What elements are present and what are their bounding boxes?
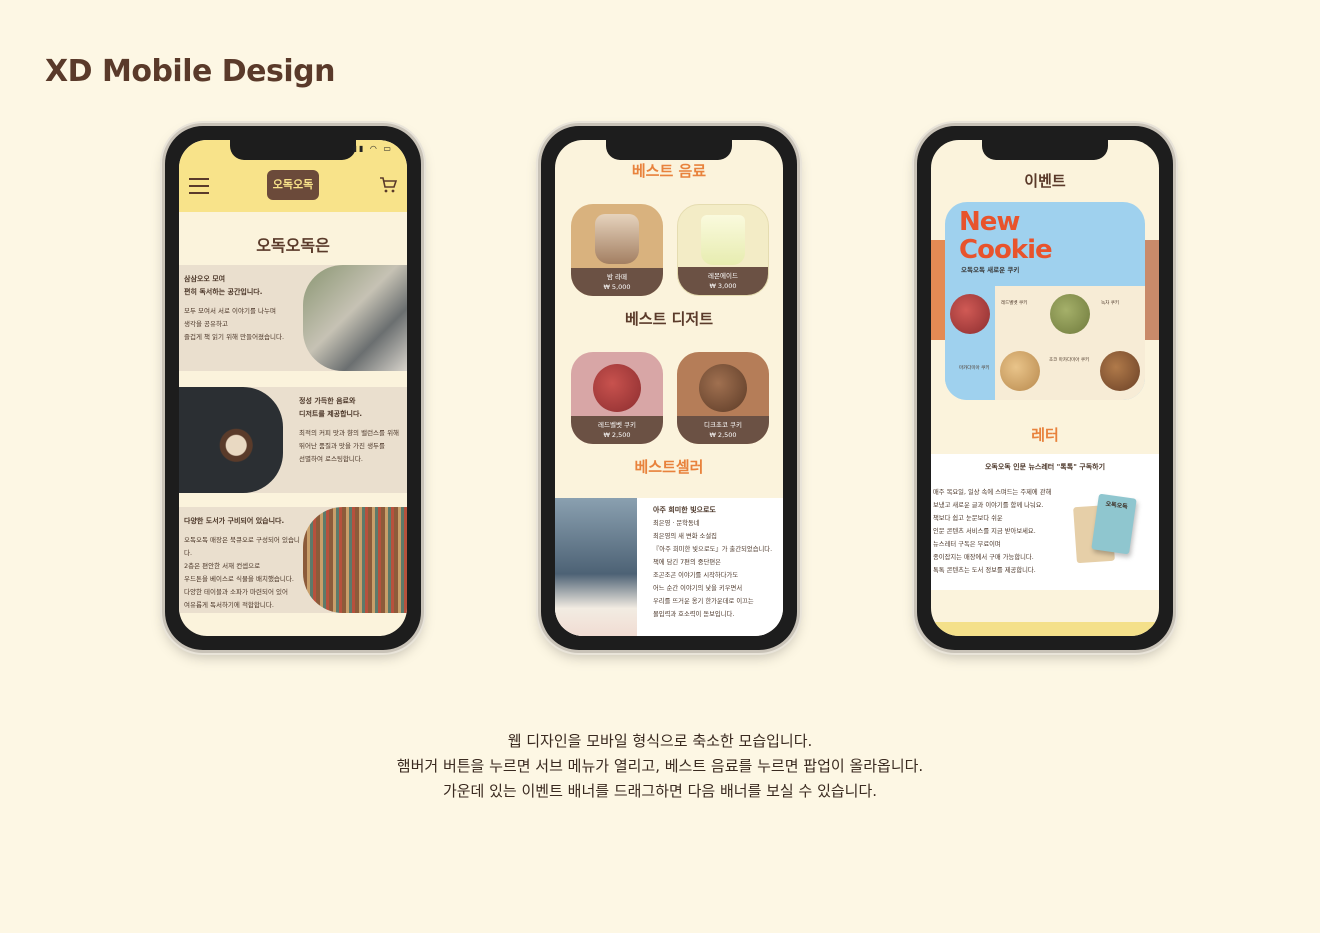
card-title: 정성 가득한 음료와 디저트를 제공합니다. xyxy=(299,397,363,418)
brand-logo[interactable]: 오독오독 xyxy=(267,170,319,200)
card-body: 모두 모여서 서로 이야기를 나누며 생각을 공유하고 즐겁게 책 읽기 위해 … xyxy=(184,307,285,341)
item-name: 디크초코 쿠키 xyxy=(704,421,742,429)
phone-notch xyxy=(230,138,356,160)
book-cover-image xyxy=(555,498,637,636)
macadamia-cookie-image xyxy=(1000,351,1040,391)
section-heading: 오독오독은 xyxy=(256,236,330,255)
phone-notch xyxy=(606,138,732,160)
best-seller-card[interactable]: 아주 희미한 빛으로도 최은영 · 문학동네 최은영의 새 변화 소설집 『아주… xyxy=(555,498,783,636)
card-title: 삼삼오오 모여 편히 독서하는 공간입니다. xyxy=(184,275,263,296)
card-body: 최적의 커피 맛과 향의 밸런스를 위해 뛰어난 품질과 맛을 가진 생두를 선… xyxy=(299,429,400,463)
redvelvet-cookie-image xyxy=(593,364,641,412)
cookie-label: 레드벨벳 쿠키 xyxy=(1001,301,1028,306)
phone-screen: ▮▮ ◠ ▭ 오독오독 오독오독은 삼삼오오 모여 편히 독서하는 공간입니다.… xyxy=(179,140,407,636)
drink-card-lemonade[interactable]: 레몬에이드 ₩ 3,000 xyxy=(677,204,769,296)
choco-macadamia-cookie-image xyxy=(1100,351,1140,391)
description-caption: 웹 디자인을 모바일 형식으로 축소한 모습입니다. 햄버거 버튼을 누르면 서… xyxy=(0,729,1320,804)
bookshelf-image xyxy=(303,507,407,613)
greentea-cookie-image xyxy=(1050,294,1090,334)
about-card-books: 다양한 도서가 구비되어 있습니다. 오독오독 매장은 북큐오로 구성되어 있습니… xyxy=(179,507,407,613)
banner-subtitle: 오독오독 새로운 쿠키 xyxy=(961,266,1020,274)
phone-mockup-event: 이벤트 New Cookie 오독오독 새로운 쿠키 레드벨벳 쿠키 녹차 쿠키… xyxy=(917,126,1173,650)
magazine-logo: 오독오독 xyxy=(1105,500,1129,511)
item-name: 밤 라떼 xyxy=(606,273,627,281)
card-body: 오독오독 매장은 북큐오로 구성되어 있습니다. 2층은 편안한 서재 컨셉으로… xyxy=(184,536,300,609)
newsletter-heading: 오독오독 인문 뉴스레터 "톡톡" 구독하기 xyxy=(984,463,1106,471)
book-author: 최은영 · 문학동네 xyxy=(653,520,700,527)
banner-title: New Cookie xyxy=(959,207,1053,265)
best-drinks-title[interactable]: 베스트 음료 xyxy=(555,160,783,181)
drink-card-chestnut-latte[interactable]: 밤 라떼 ₩ 5,000 xyxy=(571,204,663,296)
item-price: ₩ 3,000 xyxy=(709,282,737,290)
page-title: XD Mobile Design xyxy=(45,54,336,89)
item-name: 레몬에이드 xyxy=(708,272,738,280)
phone-screen: 이벤트 New Cookie 오독오독 새로운 쿠키 레드벨벳 쿠키 녹차 쿠키… xyxy=(931,140,1159,636)
status-bar-icons: ▮▮ ◠ ▭ xyxy=(352,144,393,153)
footer-bar xyxy=(931,622,1159,636)
coffee-cup-image xyxy=(179,387,283,493)
phone-mockup-menu: 베스트 음료 밤 라떼 ₩ 5,000 레몬에이드 ₩ 3,000 베스트 디저트 … xyxy=(541,126,797,650)
cookie-grid: 레드벨벳 쿠키 녹차 쿠키 마카다미아 쿠키 초코 마카다미아 쿠키 xyxy=(945,286,1145,400)
caption-line: 웹 디자인을 모바일 형식으로 축소한 모습입니다. xyxy=(507,732,813,750)
book-title: 아주 희미한 빛으로도 xyxy=(653,506,716,514)
about-card-space: 삼삼오오 모여 편히 독서하는 공간입니다. 모두 모여서 서로 이야기를 나누며… xyxy=(179,265,407,371)
reading-person-image xyxy=(303,265,407,371)
item-price: ₩ 2,500 xyxy=(709,431,737,439)
caption-line: 가운데 있는 이벤트 배너를 드래그하면 다음 배너를 보실 수 있습니다. xyxy=(442,782,878,800)
about-card-drinks: 정성 가득한 음료와 디저트를 제공합니다. 최적의 커피 맛과 향의 밸런스를 … xyxy=(179,387,407,493)
event-banner[interactable]: New Cookie 오독오독 새로운 쿠키 레드벨벳 쿠키 녹차 쿠키 마카다… xyxy=(945,202,1145,400)
letter-title: 레터 xyxy=(1031,426,1059,444)
dessert-card-double-choco[interactable]: 디크초코 쿠키 ₩ 2,500 xyxy=(677,352,769,444)
cookie-label: 녹차 쿠키 xyxy=(1101,301,1119,306)
redvelvet-cookie-image xyxy=(950,294,990,334)
latte-cup-image xyxy=(595,214,639,264)
caption-line: 햄버거 버튼을 누르면 서브 메뉴가 열리고, 베스트 음료를 누르면 팝업이 … xyxy=(396,757,924,775)
dessert-card-redvelvet[interactable]: 레드벨벳 쿠키 ₩ 2,500 xyxy=(571,352,663,444)
item-price: ₩ 5,000 xyxy=(603,283,631,291)
card-title: 다양한 도서가 구비되어 있습니다. xyxy=(184,517,285,525)
phone-notch xyxy=(982,138,1108,160)
hamburger-menu-icon[interactable] xyxy=(189,178,209,194)
item-name: 레드벨벳 쿠키 xyxy=(598,421,636,429)
newsletter-body: 매주 목요일, 일상 속에 스며드는 주제에 관해 보냈고 새로운 글과 이야기… xyxy=(933,489,1052,574)
cookie-label: 초코 마카다미아 쿠키 xyxy=(1049,358,1090,363)
phone-screen: 베스트 음료 밤 라떼 ₩ 5,000 레몬에이드 ₩ 3,000 베스트 디저트 … xyxy=(555,140,783,636)
event-title: 이벤트 xyxy=(1024,172,1066,190)
cookie-label: 마카다미아 쿠키 xyxy=(959,366,990,371)
newsletter-card[interactable]: 오독오독 인문 뉴스레터 "톡톡" 구독하기 매주 목요일, 일상 속에 스며드… xyxy=(931,454,1159,590)
cart-icon[interactable] xyxy=(379,176,397,194)
item-price: ₩ 2,500 xyxy=(603,431,631,439)
book-description: 최은영의 새 변화 소설집 『아주 희미한 빛으로도』가 출간되었습니다. 책에… xyxy=(653,533,773,618)
best-seller-title: 베스트셀러 xyxy=(634,458,704,476)
choco-cookie-image xyxy=(699,364,747,412)
best-desserts-title: 베스트 디저트 xyxy=(624,310,714,328)
phone-mockup-about: ▮▮ ◠ ▭ 오독오독 오독오독은 삼삼오오 모여 편히 독서하는 공간입니다.… xyxy=(165,126,421,650)
next-banner-peek[interactable] xyxy=(1143,240,1159,340)
lemonade-glass-image xyxy=(701,215,745,265)
magazine-image-front: 오독오독 xyxy=(1091,493,1137,555)
